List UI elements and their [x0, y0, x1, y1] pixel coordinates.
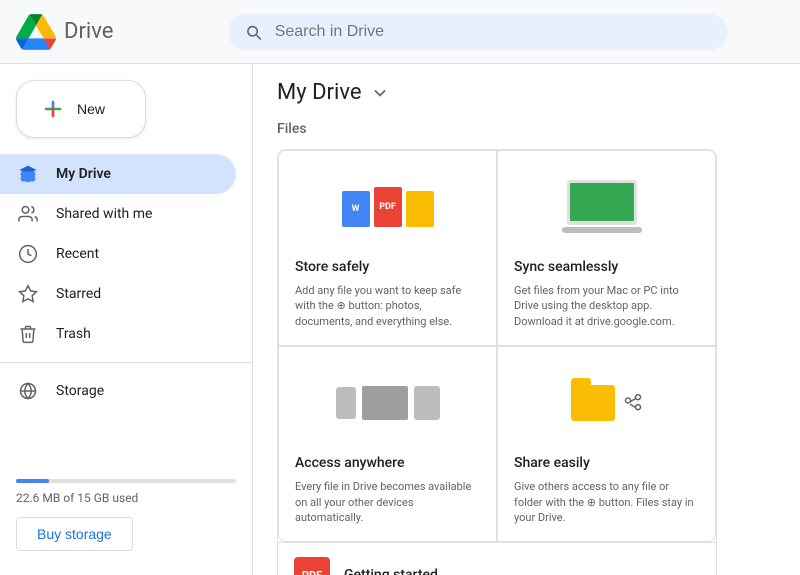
- share-easily-title: Share easily: [514, 455, 699, 471]
- card-store-safely: W PDF Store safely Add any file you want…: [279, 151, 496, 345]
- files-section-label: Files: [277, 121, 776, 137]
- app-header: Drive: [0, 0, 800, 64]
- storage-bar-background: [16, 479, 236, 483]
- logo-area: Drive: [16, 12, 216, 52]
- folder-shape: [571, 385, 615, 421]
- sync-seamlessly-desc: Get files from your Mac or PC into Drive…: [514, 283, 699, 329]
- suggestion-cards-container: W PDF Store safely Add any file you want…: [277, 149, 717, 575]
- page-title: My Drive: [277, 80, 362, 105]
- main-content: My Drive Files W PDF Store sa: [253, 64, 800, 575]
- plus-icon: [41, 97, 65, 121]
- doc-icon-yellow: [406, 191, 434, 227]
- sidebar-divider: [0, 362, 252, 363]
- store-safely-title: Store safely: [295, 259, 480, 275]
- people-icon: [16, 202, 40, 226]
- sidebar-item-shared-with-me[interactable]: Shared with me: [0, 194, 236, 234]
- sidebar-item-trash-label: Trash: [56, 326, 91, 342]
- star-icon: [16, 282, 40, 306]
- sidebar-item-storage-label: Storage: [56, 383, 104, 399]
- devices-illustration: [336, 386, 440, 420]
- pdf-icon: PDF: [294, 557, 330, 575]
- new-button[interactable]: New: [16, 80, 146, 138]
- doc-icon-red: PDF: [374, 187, 402, 227]
- sidebar-item-my-drive-label: My Drive: [56, 166, 111, 182]
- sync-seamlessly-title: Sync seamlessly: [514, 259, 699, 275]
- sidebar-item-storage[interactable]: Storage: [0, 371, 236, 411]
- main-header: My Drive: [277, 80, 776, 105]
- new-button-label: New: [77, 101, 105, 117]
- tablet-shape: [414, 386, 440, 420]
- chevron-down-icon[interactable]: [370, 83, 390, 103]
- store-safely-illustration: W PDF: [295, 167, 480, 247]
- card-sync-seamlessly: Sync seamlessly Get files from your Mac …: [498, 151, 715, 345]
- my-drive-icon: [16, 162, 40, 186]
- storage-used-text: 22.6 MB of 15 GB used: [16, 491, 236, 505]
- store-safely-desc: Add any file you want to keep safe with …: [295, 283, 480, 329]
- sidebar-item-starred[interactable]: Starred: [0, 274, 236, 314]
- sidebar-item-starred-label: Starred: [56, 286, 101, 302]
- buy-storage-button[interactable]: Buy storage: [16, 517, 133, 551]
- share-easily-desc: Give others access to any file or folder…: [514, 479, 699, 525]
- sidebar-item-trash[interactable]: Trash: [0, 314, 236, 354]
- laptop-shape: [362, 386, 408, 420]
- search-icon: [244, 22, 263, 42]
- storage-bar-fill: [16, 479, 49, 483]
- sync-illustration: [514, 167, 699, 247]
- sidebar-item-recent[interactable]: Recent: [0, 234, 236, 274]
- card-share-easily: Share easily Give others access to any f…: [498, 347, 715, 541]
- search-input[interactable]: [275, 23, 712, 41]
- drive-logo-icon: [16, 12, 56, 52]
- sidebar-item-my-drive[interactable]: My Drive: [0, 154, 236, 194]
- sidebar-item-shared-label: Shared with me: [56, 206, 152, 222]
- app-title: Drive: [64, 19, 113, 44]
- share-arrow: [623, 393, 643, 413]
- doc-icon-blue: W: [342, 191, 370, 227]
- access-illustration: [295, 363, 480, 443]
- phone-shape: [336, 387, 356, 419]
- app-body: New My Drive: [0, 64, 800, 575]
- laptop-svg: [562, 175, 652, 240]
- share-illustration: [514, 363, 699, 443]
- getting-started-label: Getting started: [344, 567, 438, 575]
- access-anywhere-desc: Every file in Drive becomes available on…: [295, 479, 480, 525]
- trash-icon: [16, 322, 40, 346]
- sidebar-item-recent-label: Recent: [56, 246, 99, 262]
- clock-icon: [16, 242, 40, 266]
- storage-icon: [16, 379, 40, 403]
- getting-started-row[interactable]: PDF Getting started: [278, 542, 716, 575]
- access-anywhere-title: Access anywhere: [295, 455, 480, 471]
- storage-section: 22.6 MB of 15 GB used Buy storage: [0, 463, 252, 567]
- cards-grid: W PDF Store safely Add any file you want…: [278, 150, 716, 542]
- sidebar: New My Drive: [0, 64, 253, 575]
- card-access-anywhere: Access anywhere Every file in Drive beco…: [279, 347, 496, 541]
- search-bar[interactable]: [228, 14, 728, 50]
